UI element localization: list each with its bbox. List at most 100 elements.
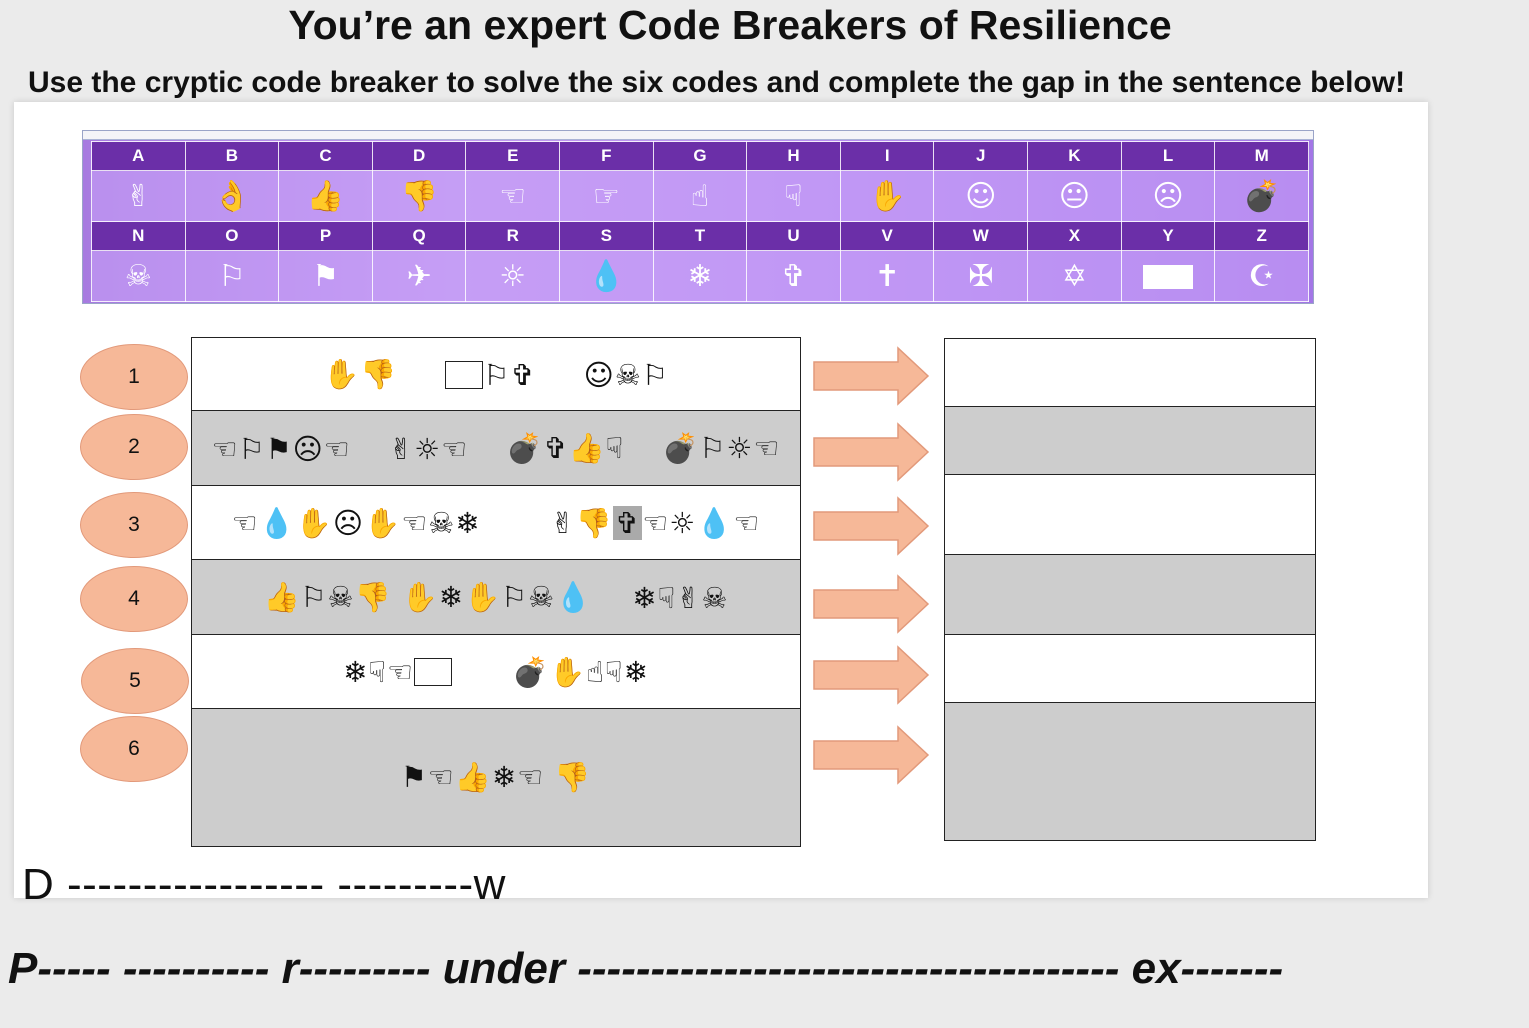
cipher-symbol: ⚑: [278, 250, 373, 302]
cipher-symbol: ✈: [371, 250, 467, 302]
cipher-letter: F: [559, 141, 654, 171]
code-6-word-2: 👎: [554, 760, 592, 794]
cipher-letter: Y: [1120, 221, 1216, 251]
code-number-4: 4: [80, 566, 188, 632]
cipher-symbol: 👌: [184, 170, 280, 222]
cipher-symbol: ☪: [1214, 250, 1309, 302]
cipher-letter: N: [91, 221, 186, 251]
code-3-word-1: ☜💧✋☹✋☜☠❄: [231, 505, 481, 540]
cipher-top-rule: [83, 131, 1313, 140]
code-number-1: 1: [80, 344, 188, 410]
code-3-highlighted-symbol: ✞: [612, 506, 643, 540]
cipher-symbol: ☹: [1120, 170, 1216, 222]
cipher-letter: X: [1027, 221, 1122, 251]
cipher-symbol: [1120, 250, 1216, 302]
cipher-letter: O: [184, 221, 280, 251]
cipher-symbol: ☺: [933, 170, 1029, 222]
cipher-letter: V: [839, 221, 935, 251]
code-number-3: 3: [80, 492, 188, 558]
cipher-symbol: ☠: [91, 250, 186, 302]
code-4-word-3: ❄☟✌☠: [632, 580, 729, 615]
instructions: Use the cryptic code breaker to solve th…: [28, 66, 1406, 99]
arrow-right-icon: [813, 496, 930, 556]
answer-box-1[interactable]: [944, 338, 1316, 408]
cipher-letter: L: [1120, 141, 1216, 171]
cipher-symbol: ☜: [465, 170, 561, 222]
sentence-gap-line-2: P----- ---------- r--------- under -----…: [8, 944, 1284, 993]
code-box-4: 👍⚐☠👎 ✋❄✋⚐☠💧 ❄☟✌☠: [191, 559, 801, 636]
code-number-5: 5: [81, 648, 189, 714]
code-box-1: ✋👎 ⚐✞ ☺☠⚐: [191, 337, 801, 412]
arrow-right-icon: [813, 574, 930, 634]
arrow-right-icon: [813, 645, 930, 705]
page-title: You’re an expert Code Breakers of Resili…: [288, 2, 1172, 48]
cipher-symbol: 💧: [559, 250, 654, 302]
cipher-symbol: ✌: [91, 170, 186, 222]
cipher-letter: I: [839, 141, 935, 171]
cipher-symbol: ❄: [652, 250, 748, 302]
code-box-6: ⚑☜👍❄☜ 👎: [191, 708, 801, 847]
code-6-word-1: ⚑☜👍❄☜: [400, 760, 545, 794]
cipher-symbol: ⚐: [184, 250, 280, 302]
cipher-letter: K: [1027, 141, 1122, 171]
cipher-table: ABCDEFGHIJKLM ✌ 👌 👍 👎 ☜ ☞ ☝ ☟ ✋ ☺ 😐 ☹ 💣 NOPQRSTUVWXY…: [91, 141, 1309, 302]
cipher-symbol: 💣: [1214, 170, 1309, 222]
cipher-symbol: 😐: [1027, 170, 1122, 222]
cipher-letter: D: [371, 141, 467, 171]
answer-box-2[interactable]: [944, 406, 1316, 476]
cipher-key: ABCDEFGHIJKLM ✌ 👌 👍 👎 ☜ ☞ ☝ ☟ ✋ ☺ 😐 ☹ 💣 NOPQRSTUVWXY…: [82, 130, 1314, 304]
cipher-symbol: ☼: [465, 250, 561, 302]
cipher-symbol: ☞: [559, 170, 654, 222]
cipher-symbol: ✠: [933, 250, 1029, 302]
arrow-right-icon: [813, 725, 930, 785]
cipher-letter: M: [1214, 141, 1309, 171]
code-5-word-2: 💣✋☝☟❄: [512, 654, 649, 689]
cipher-letter: T: [652, 221, 748, 251]
cipher-symbol: ✋: [839, 170, 935, 222]
code-1-word-3: ☺☠⚐: [583, 357, 669, 392]
answer-box-5[interactable]: [944, 634, 1316, 704]
cipher-letter: H: [746, 141, 841, 171]
answer-box-4[interactable]: [944, 554, 1316, 636]
code-4-word-1: 👍⚐☠👎: [263, 580, 392, 614]
answer-box-3[interactable]: [944, 474, 1316, 556]
cipher-letter: Q: [371, 221, 467, 251]
cipher-letter: S: [559, 221, 654, 251]
blank-box-symbol: [445, 360, 484, 389]
code-2-word-4: 💣⚐☼☜: [662, 431, 781, 465]
cipher-letter: C: [278, 141, 373, 171]
code-box-5: ❄☟☜ 💣✋☝☟❄: [191, 634, 801, 710]
cipher-letter: U: [746, 221, 841, 251]
blank-box-symbol: [414, 658, 453, 686]
cipher-symbol: ☝: [652, 170, 748, 222]
answer-box-6[interactable]: [944, 702, 1316, 841]
code-2-word-3: 💣✞👍☟: [506, 431, 625, 465]
arrow-right-icon: [813, 422, 930, 482]
cipher-symbol: ✞: [746, 250, 841, 302]
cipher-letter: A: [91, 141, 186, 171]
cipher-symbol: ✝: [839, 250, 935, 302]
cipher-symbol: ☟: [746, 170, 841, 222]
code-number-6: 6: [80, 716, 188, 782]
cipher-letter: P: [278, 221, 373, 251]
code-2-word-2: ✌☼☜: [388, 431, 469, 466]
cipher-letter: R: [465, 221, 561, 251]
cipher-letter: J: [933, 141, 1029, 171]
cipher-symbol-row-n-z: ☠ ⚐ ⚑ ✈ ☼ 💧 ❄ ✞ ✝ ✠ ✡ ☪: [91, 250, 1309, 302]
cipher-letter: B: [184, 141, 280, 171]
code-3-word-2: ✌👎: [550, 505, 613, 540]
cipher-letter: W: [933, 221, 1029, 251]
code-4-word-2: ✋❄✋⚐☠💧: [401, 580, 593, 614]
code-3-word-3: ☜☼💧☜: [642, 505, 761, 540]
cipher-symbol: ✡: [1027, 250, 1122, 302]
code-1-word-1: ✋👎: [323, 357, 398, 391]
cipher-letter-row-n-z: NOPQRSTUVWXYZ: [91, 221, 1309, 251]
cipher-letter-row-a-m: ABCDEFGHIJKLM: [91, 141, 1309, 171]
sentence-gap-line-1: D ----------------- ---------w: [22, 860, 506, 909]
arrow-right-icon: [813, 346, 930, 406]
cipher-letter: E: [465, 141, 561, 171]
cipher-symbol: 👍: [278, 170, 373, 222]
blank-block-symbol: [1143, 265, 1193, 289]
code-2-word-1: ☜⚐⚑☹☜: [211, 431, 351, 466]
code-box-2: ☜⚐⚑☹☜ ✌☼☜ 💣✞👍☟ 💣⚐☼☜: [191, 410, 801, 487]
